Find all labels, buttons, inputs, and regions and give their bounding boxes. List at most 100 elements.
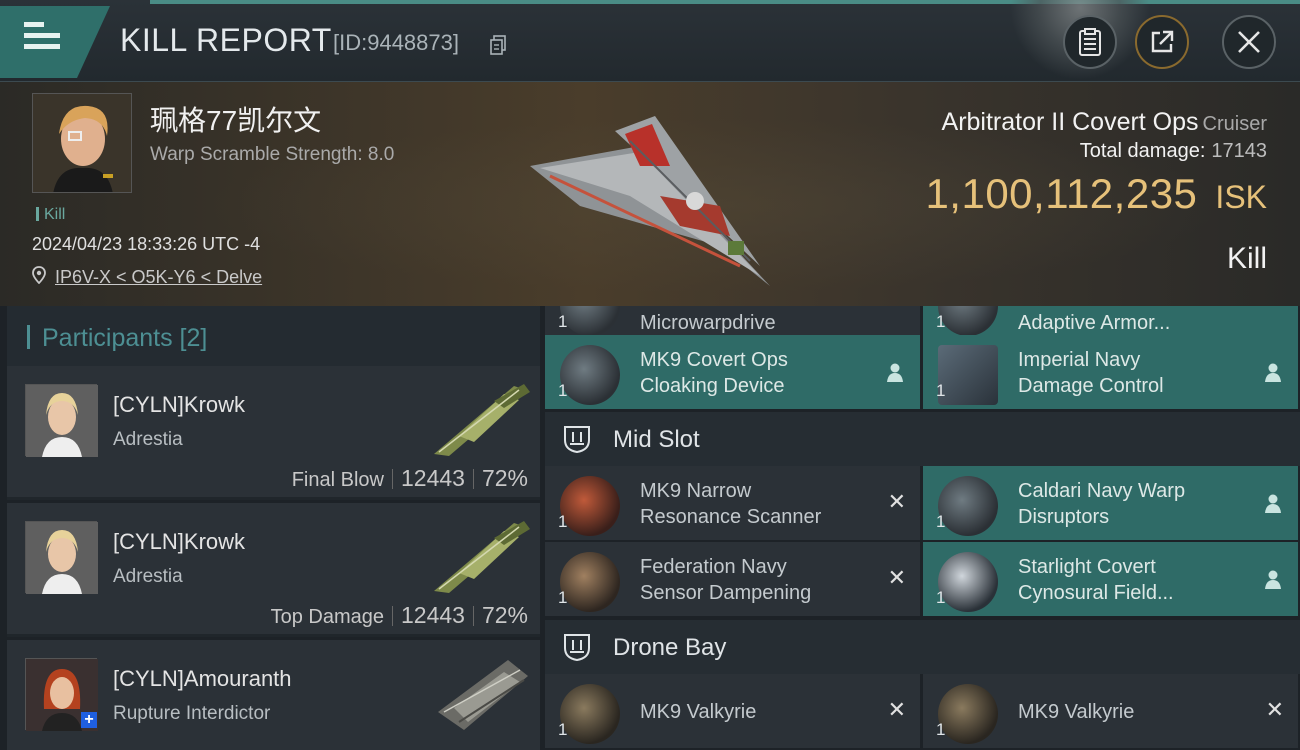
fitting-panel: 1 Microwarpdrive 1 Adaptive Armor... 1 M…	[545, 306, 1300, 750]
drone-quantity: 1	[558, 720, 568, 739]
kill-tag: Kill	[36, 206, 65, 224]
participant-ship: Rupture Interdictor	[113, 703, 271, 724]
participant-name[interactable]: [CYLN]Krowk	[113, 529, 245, 555]
participant-stats: Top Damage 12443 72%	[271, 602, 528, 629]
total-damage-line: Total damage: 17143	[1080, 140, 1267, 163]
destroyed-icon: ✕	[887, 489, 906, 514]
avatar[interactable]	[25, 384, 98, 457]
isk-value-line: 1,100,112,235 ISK	[925, 170, 1267, 218]
fitting-slot[interactable]: 1 Federation Navy Sensor Dampening ✕	[545, 542, 920, 616]
kill-result: Kill	[1226, 242, 1267, 275]
fitting-slot[interactable]: 1 Imperial Navy Damage Control	[923, 335, 1298, 409]
page-title: KILL REPORT	[120, 22, 332, 58]
module-quantity: 1	[936, 512, 946, 531]
report-button[interactable]	[1063, 15, 1117, 69]
destroyed-icon: ✕	[1265, 697, 1284, 722]
module-name: Microwarpdrive	[640, 312, 776, 334]
drone-bay-title: Drone Bay	[613, 634, 727, 661]
victim-name: 珮格77凯尔文	[150, 105, 322, 136]
header-bar: KILL REPORT [ID:9448873]	[0, 0, 1300, 82]
copy-icon[interactable]	[490, 35, 506, 55]
participant-ship-image	[438, 660, 528, 730]
clipboard-icon	[1079, 28, 1101, 56]
total-damage-value: 17143	[1211, 140, 1267, 162]
victim-ship-image	[530, 116, 770, 286]
drone-icon	[560, 684, 620, 744]
warp-scramble-strength: Warp Scramble Strength: 8.0	[150, 144, 395, 165]
module-quantity: 1	[558, 512, 568, 531]
kill-timestamp: 2024/04/23 18:33:26 UTC -4	[32, 234, 261, 254]
location-link[interactable]: IP6V-X < O5K-Y6 < Delve	[55, 267, 262, 288]
module-quantity: 1	[558, 312, 568, 331]
participant-name[interactable]: [CYLN]Amouranth	[113, 666, 292, 692]
destroyed-icon: ✕	[887, 565, 906, 590]
module-icon	[938, 306, 998, 336]
module-quantity: 1	[558, 381, 568, 400]
ship-class: Cruiser	[1202, 113, 1267, 135]
participant-role: Final Blow	[291, 469, 384, 491]
fitting-slot[interactable]: 1 Caldari Navy Warp Disruptors	[923, 466, 1298, 540]
module-name: Imperial Navy Damage Control	[1018, 349, 1164, 397]
total-damage-label: Total damage:	[1079, 140, 1206, 162]
scanner-icon	[560, 476, 620, 536]
sensor-dampener-icon	[560, 552, 620, 612]
cyno-field-icon	[938, 552, 998, 612]
drone-bay-icon	[564, 634, 590, 662]
hamburger-menu-icon[interactable]	[24, 22, 64, 54]
module-name: Adaptive Armor...	[1018, 312, 1171, 334]
participant-card[interactable]: + [CYLN]Amouranth Rupture Interdictor	[7, 640, 540, 750]
plus-badge-icon: +	[81, 712, 97, 728]
mid-slot-title: Mid Slot	[613, 426, 700, 453]
share-button[interactable]	[1135, 15, 1189, 69]
fitting-slot[interactable]: 1 MK9 Narrow Resonance Scanner ✕	[545, 466, 920, 540]
close-button[interactable]	[1222, 15, 1276, 69]
avatar[interactable]	[25, 521, 98, 594]
drone-name: MK9 Valkyrie	[640, 701, 757, 723]
participant-card[interactable]: [CYLN]Krowk Adrestia Final Blow 12443 72%	[7, 366, 540, 500]
drone-icon	[938, 684, 998, 744]
user-icon	[1265, 570, 1281, 589]
module-name: MK9 Covert Ops Cloaking Device	[640, 349, 788, 397]
participant-percent: 72%	[481, 602, 528, 628]
module-quantity: 1	[936, 588, 946, 607]
fitting-slot[interactable]: 1 MK9 Covert Ops Cloaking Device	[545, 335, 920, 409]
ship-name: Arbitrator II Covert Ops	[941, 108, 1199, 136]
module-quantity: 1	[558, 588, 568, 607]
participant-role: Top Damage	[270, 606, 384, 628]
participant-ship-image	[434, 384, 530, 456]
module-name: MK9 Narrow Resonance Scanner	[640, 480, 822, 528]
module-name: Starlight Covert Cynosural Field...	[1018, 556, 1174, 604]
victim-banner: 珮格77凯尔文 Warp Scramble Strength: 8.0 Kill…	[0, 82, 1300, 306]
drone-name: MK9 Valkyrie	[1018, 701, 1135, 723]
drone-slot[interactable]: 1 MK9 Valkyrie ✕	[923, 674, 1298, 748]
drone-slot[interactable]: 1 MK9 Valkyrie ✕	[545, 674, 920, 748]
module-icon	[560, 306, 620, 336]
participant-card[interactable]: [CYLN]Krowk Adrestia Top Damage 12443 72%	[7, 503, 540, 637]
participant-ship: Adrestia	[113, 566, 183, 587]
share-external-icon	[1151, 30, 1174, 53]
participant-percent: 72%	[481, 465, 528, 491]
participant-stats: Final Blow 12443 72%	[292, 465, 528, 492]
fitting-slot[interactable]: 1 Starlight Covert Cynosural Field...	[923, 542, 1298, 616]
victim-portrait[interactable]	[32, 93, 132, 193]
user-icon	[1265, 363, 1281, 382]
participant-damage: 12443	[400, 465, 465, 491]
isk-unit: ISK	[1215, 179, 1267, 215]
damage-control-icon	[938, 345, 998, 405]
cloaking-device-icon	[560, 345, 620, 405]
module-quantity: 1	[936, 312, 946, 331]
shield-slot-icon	[564, 426, 590, 454]
isk-value: 1,100,112,235	[925, 170, 1198, 217]
participant-ship-image	[434, 521, 530, 593]
module-name: Caldari Navy Warp Disruptors	[1018, 480, 1186, 528]
participant-damage: 12443	[400, 602, 465, 628]
close-icon	[1238, 31, 1260, 53]
participants-header: Participants [2]	[7, 306, 540, 366]
participant-ship: Adrestia	[113, 429, 183, 450]
module-quantity: 1	[936, 381, 946, 400]
ship-name-line: Arbitrator II Covert Ops Cruiser	[942, 108, 1267, 137]
kill-id: [ID:9448873]	[333, 30, 459, 55]
location-pin-icon	[32, 266, 46, 284]
participant-name[interactable]: [CYLN]Krowk	[113, 392, 245, 418]
user-icon	[1265, 494, 1281, 513]
